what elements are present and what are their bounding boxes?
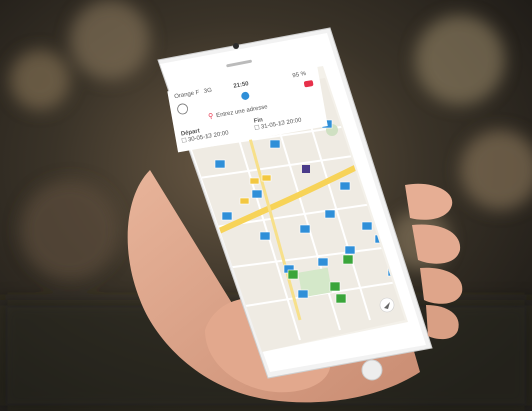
parking-pin-icon[interactable] (324, 209, 336, 219)
parking-pin-icon[interactable] (361, 221, 373, 231)
selected-pin-icon[interactable] (302, 165, 310, 173)
parking-pin-icon[interactable] (317, 257, 329, 267)
parking-pin-icon[interactable] (297, 289, 309, 299)
parking-pin-icon[interactable] (251, 189, 263, 199)
yellow-parking-pin-icon[interactable] (249, 177, 260, 185)
parking-pin-icon[interactable] (344, 245, 356, 255)
parking-pin-icon[interactable] (339, 181, 351, 191)
parking-pin-icon[interactable] (214, 159, 226, 169)
photo-scene: Orange F 3G 21:50 95 % ⚲ Entrez une adre… (0, 0, 532, 411)
home-button[interactable] (361, 359, 383, 381)
yellow-parking-pin-icon[interactable] (239, 197, 250, 205)
green-parking-pin-icon[interactable] (287, 269, 299, 280)
parking-pin-icon[interactable] (299, 224, 311, 234)
parking-pin-icon[interactable] (221, 211, 233, 221)
yellow-parking-pin-icon[interactable] (261, 174, 272, 182)
parking-pin-icon[interactable] (269, 139, 281, 149)
green-parking-pin-icon[interactable] (342, 254, 354, 265)
front-camera (233, 43, 239, 49)
green-parking-pin-icon[interactable] (335, 293, 347, 304)
green-parking-pin-icon[interactable] (329, 281, 341, 292)
parking-pin-icon[interactable] (259, 231, 271, 241)
